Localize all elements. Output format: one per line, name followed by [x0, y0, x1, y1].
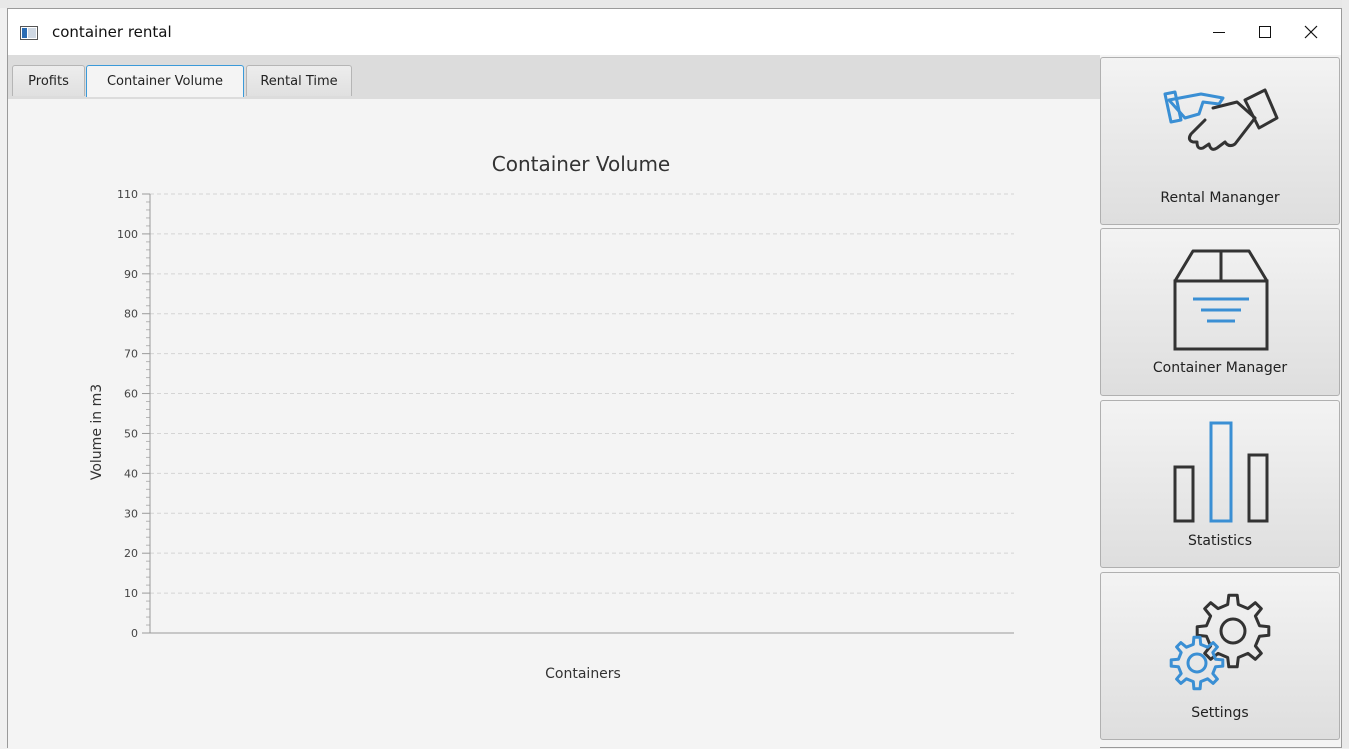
statistics-label: Statistics — [1188, 533, 1252, 549]
title-bar[interactable]: container rental — [8, 9, 1341, 55]
minimize-button[interactable] — [1196, 9, 1242, 55]
y-tick-label: 40 — [124, 467, 138, 480]
chart-grid — [150, 193, 1014, 594]
close-icon — [1304, 25, 1318, 39]
y-tick-label: 30 — [124, 507, 138, 520]
settings-button[interactable]: Settings — [1100, 572, 1340, 740]
maximize-button[interactable] — [1242, 9, 1288, 55]
handshake-icon — [1163, 88, 1279, 151]
y-tick-label: 90 — [124, 268, 138, 281]
app-window: container rental Profits Container Volum… — [7, 8, 1342, 749]
chart-title: Container Volume — [492, 152, 670, 176]
rental-manager-label: Rental Mananger — [1160, 190, 1280, 206]
desktop-background-right — [1342, 0, 1349, 748]
minimize-icon — [1213, 32, 1225, 33]
tab-profits[interactable]: Profits — [12, 65, 85, 96]
settings-label: Settings — [1191, 705, 1249, 721]
app-icon — [20, 26, 38, 40]
y-axis-label: Volume in m3 — [89, 384, 105, 480]
container-manager-button[interactable]: Container Manager — [1100, 228, 1340, 396]
y-tick-label: 0 — [131, 627, 138, 640]
gears-icon — [1169, 593, 1271, 691]
statistics-button[interactable]: Statistics — [1100, 400, 1340, 568]
maximize-icon — [1259, 26, 1271, 38]
y-tick-label: 70 — [124, 348, 138, 361]
y-tick-label: 100 — [117, 228, 138, 241]
x-axis-label: Containers — [545, 666, 621, 682]
bar-chart-icon — [1173, 421, 1269, 523]
tab-rental-time[interactable]: Rental Time — [246, 65, 352, 96]
box-icon — [1173, 249, 1269, 351]
y-tick-label: 110 — [117, 188, 138, 201]
close-button[interactable] — [1288, 9, 1334, 55]
y-tick-label: 10 — [124, 587, 138, 600]
tab-container-volume[interactable]: Container Volume — [86, 65, 244, 97]
y-tick-label: 50 — [124, 427, 138, 440]
tab-bar: Profits Container Volume Rental Time — [8, 55, 1100, 100]
chart-area: Container Volume Volume in m3 Containers… — [8, 99, 1100, 749]
rental-manager-button[interactable]: Rental Mananger — [1100, 57, 1340, 225]
container-volume-chart: Container Volume Volume in m3 Containers… — [89, 152, 1014, 682]
window-title: container rental — [52, 23, 172, 41]
y-tick-label: 60 — [124, 388, 138, 401]
container-manager-label: Container Manager — [1152, 360, 1288, 376]
y-tick-label: 20 — [124, 547, 138, 560]
y-tick-label: 80 — [124, 308, 138, 321]
chart-axes: 0 10 20 30 40 50 60 70 80 90 100 110 — [117, 188, 1014, 640]
desktop-background — [0, 0, 1349, 8]
